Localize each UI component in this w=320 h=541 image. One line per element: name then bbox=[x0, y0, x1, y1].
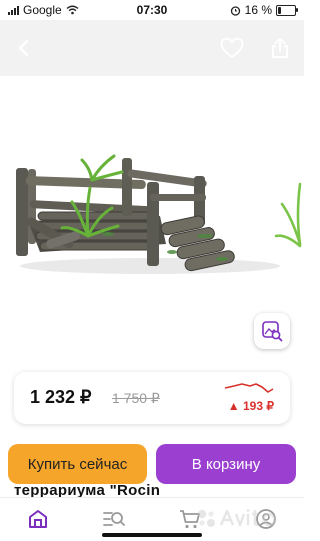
action-buttons: Купить сейчас В корзину bbox=[0, 438, 304, 488]
back-icon bbox=[18, 39, 29, 57]
share-button[interactable] bbox=[262, 30, 298, 66]
heart-icon bbox=[220, 37, 244, 59]
old-price: 1 750 ₽ bbox=[112, 390, 160, 406]
battery-percent: 16 % bbox=[244, 3, 272, 17]
home-icon bbox=[29, 510, 47, 528]
price-card[interactable]: 1 232 ₽ 1 750 ₽ ▲ 193 ₽ bbox=[14, 372, 290, 424]
status-bar: Google 07:30 16 % bbox=[0, 0, 304, 20]
share-icon bbox=[272, 37, 288, 58]
visual-search-button[interactable] bbox=[254, 313, 290, 349]
visual-search-icon bbox=[262, 321, 283, 342]
battery-icon bbox=[276, 4, 298, 16]
product-gallery[interactable] bbox=[0, 76, 304, 366]
home-indicator bbox=[102, 533, 202, 537]
price: 1 232 ₽ bbox=[30, 387, 92, 407]
header bbox=[0, 20, 304, 76]
favorite-button[interactable] bbox=[214, 30, 250, 66]
tab-search[interactable] bbox=[100, 506, 128, 532]
tab-home[interactable] bbox=[24, 506, 52, 532]
alarm-icon bbox=[230, 5, 240, 16]
add-to-cart-button[interactable]: В корзину bbox=[156, 444, 296, 484]
status-right: 16 % bbox=[230, 3, 298, 17]
buy-now-button[interactable]: Купить сейчас bbox=[8, 444, 147, 484]
search-icon bbox=[103, 512, 125, 526]
back-button[interactable] bbox=[6, 30, 42, 66]
price-change: ▲ 193 ₽ bbox=[227, 399, 274, 413]
avito-watermark bbox=[197, 509, 276, 527]
price-trend-icon bbox=[224, 383, 274, 393]
